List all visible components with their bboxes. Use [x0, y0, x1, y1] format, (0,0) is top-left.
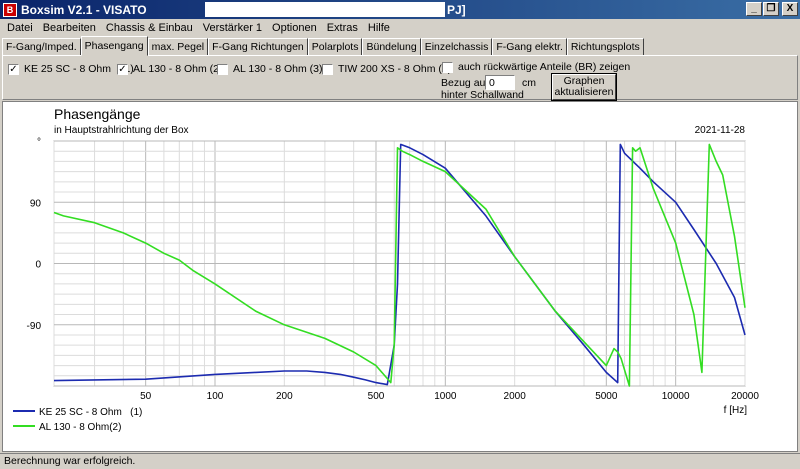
- tab-strip: F-Gang/Imped. Phasengang max. Pegel F-Ga…: [2, 36, 644, 56]
- y-tick-label: 0: [35, 260, 41, 271]
- driver-toggle-4[interactable]: TIW 200 XS - 8 Ohm (4): [322, 63, 451, 75]
- x-tick-label: 200: [276, 391, 293, 402]
- phase-chart: Phasengänge in Hauptstrahlrichtung der B…: [2, 101, 798, 452]
- driver-1-checkbox[interactable]: ✓: [8, 63, 19, 75]
- tab-max-pegel[interactable]: max. Pegel: [147, 38, 209, 56]
- driver-2-checkbox[interactable]: ✓: [117, 63, 128, 75]
- x-tick-label: 2000: [504, 391, 527, 402]
- legend-label-2: AL 130 - 8 Ohm(2): [39, 422, 121, 433]
- tab-polarplots[interactable]: Polarplots: [307, 38, 363, 56]
- menu-chassis-einbau[interactable]: Chassis & Einbau: [101, 22, 198, 34]
- window-title-suffix: PJ]: [447, 2, 466, 17]
- x-tick-label: 50: [140, 391, 152, 402]
- x-tick-label: 10000: [662, 391, 690, 402]
- menu-bar: Datei Bearbeiten Chassis & Einbau Verstä…: [0, 19, 800, 37]
- chart-title: Phasengänge: [54, 106, 141, 122]
- tab-einzelchassis[interactable]: Einzelchassis: [420, 38, 493, 56]
- driver-3-label: AL 130 - 8 Ohm (3): [233, 63, 323, 75]
- tab-phasengang[interactable]: Phasengang: [80, 36, 148, 56]
- bezug-unit: cm: [522, 77, 536, 89]
- backward-toggle[interactable]: auch rückwärtige Anteile (BR) zeigen: [442, 61, 630, 73]
- status-bar: Berechnung war erfolgreich.: [0, 453, 800, 469]
- update-graphs-line2: aktualisieren: [554, 86, 614, 98]
- tab-fgang-elektr[interactable]: F-Gang elektr.: [492, 38, 567, 56]
- tab-fgang-imped[interactable]: F-Gang/Imped.: [2, 38, 81, 56]
- driver-1-label: KE 25 SC - 8 Ohm: [24, 63, 111, 75]
- menu-hilfe[interactable]: Hilfe: [363, 22, 395, 34]
- window-title: Boxsim V2.1 - VISATO: [21, 2, 147, 17]
- driver-toggle-2[interactable]: ✓ AL 130 - 8 Ohm (2): [117, 63, 222, 75]
- title-redaction: [205, 2, 445, 17]
- menu-verstaerker[interactable]: Verstärker 1: [198, 22, 267, 34]
- bezug-input[interactable]: [485, 75, 515, 90]
- backward-checkbox[interactable]: [442, 61, 453, 73]
- menu-bearbeiten[interactable]: Bearbeiten: [38, 22, 101, 34]
- chart-subtitle: in Hauptstrahlrichtung der Box: [54, 125, 189, 136]
- x-tick-label: 500: [368, 391, 385, 402]
- close-button[interactable]: X: [782, 2, 798, 16]
- x-tick-label: 100: [207, 391, 224, 402]
- driver-toggle-3[interactable]: AL 130 - 8 Ohm (3): [217, 63, 322, 75]
- menu-optionen[interactable]: Optionen: [267, 22, 322, 34]
- minimize-button[interactable]: _: [746, 2, 762, 16]
- x-tick-label: 1000: [434, 391, 457, 402]
- y-tick-label: °: [37, 137, 41, 148]
- menu-extras[interactable]: Extras: [322, 22, 363, 34]
- menu-datei[interactable]: Datei: [2, 22, 38, 34]
- title-bar: B Boxsim V2.1 - VISATO PJ] _ ❐ X: [0, 0, 800, 19]
- tab-richtungsplots[interactable]: Richtungsplots: [566, 38, 644, 56]
- driver-3-checkbox[interactable]: [217, 63, 228, 75]
- chart-date: 2021-11-28: [695, 125, 746, 136]
- tab-buendelung[interactable]: Bündelung: [362, 38, 421, 56]
- bezug-label: Bezug auf: [441, 77, 489, 89]
- y-tick-label: -90: [27, 321, 42, 332]
- driver-toggle-1[interactable]: ✓ KE 25 SC - 8 Ohm (1): [8, 63, 134, 75]
- y-tick-label: 90: [30, 198, 42, 209]
- boxsim-app-icon[interactable]: B: [3, 2, 17, 17]
- options-panel: ✓ KE 25 SC - 8 Ohm (1) ✓ AL 130 - 8 Ohm …: [2, 55, 798, 101]
- x-tick-label: 20000: [731, 391, 759, 402]
- update-graphs-button[interactable]: Graphen aktualisieren: [551, 73, 617, 101]
- bezug-sub-label: hinter Schallwand: [441, 89, 524, 101]
- driver-4-checkbox[interactable]: [322, 63, 333, 75]
- driver-2-label: AL 130 - 8 Ohm (2): [133, 63, 223, 75]
- driver-4-label: TIW 200 XS - 8 Ohm (4): [338, 63, 452, 75]
- legend-label-1: KE 25 SC - 8 Ohm (1): [39, 407, 142, 418]
- tab-fgang-richtungen[interactable]: F-Gang Richtungen: [208, 38, 308, 56]
- backward-label: auch rückwärtige Anteile (BR) zeigen: [458, 61, 631, 73]
- restore-button[interactable]: ❐: [763, 2, 779, 16]
- x-axis-label: f [Hz]: [724, 405, 748, 416]
- x-tick-label: 5000: [595, 391, 618, 402]
- phase-chart-svg: Phasengänge in Hauptstrahlrichtung der B…: [13, 106, 759, 433]
